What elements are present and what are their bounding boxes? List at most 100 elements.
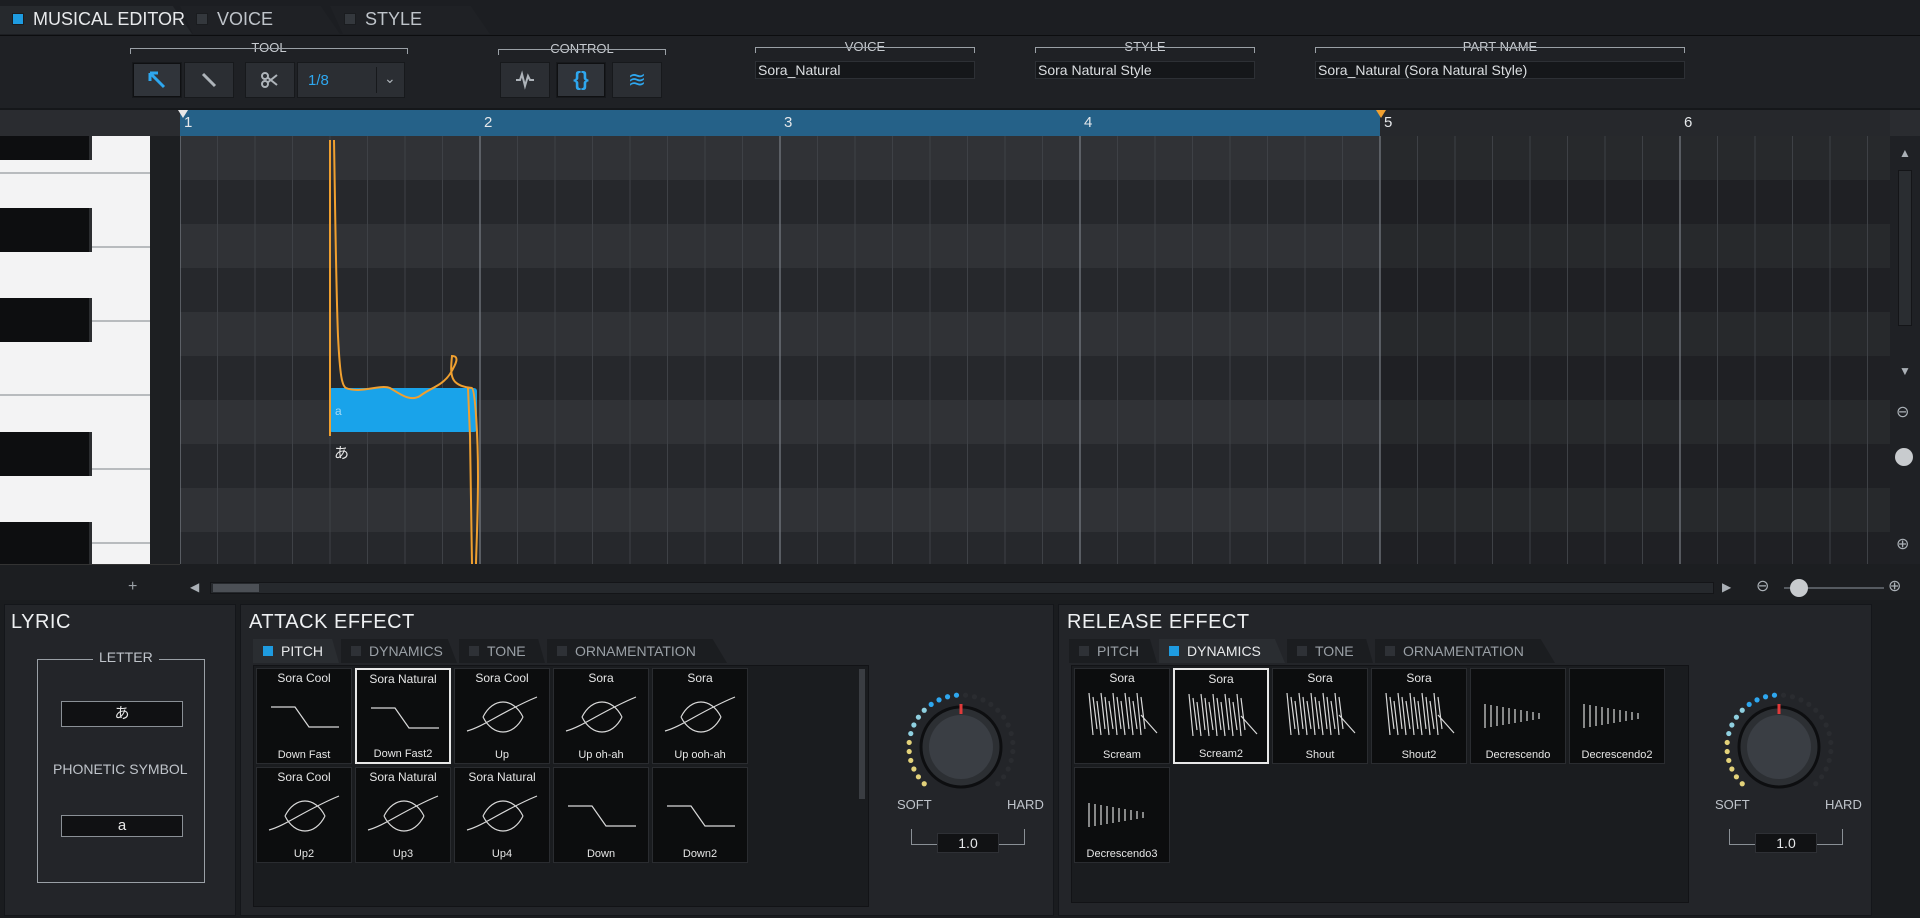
add-track-icon[interactable]: + bbox=[128, 578, 137, 596]
knob-level-dot bbox=[1724, 748, 1730, 755]
preset-curve-icon bbox=[1286, 692, 1356, 736]
attack-preset-down-fast[interactable]: Sora Cool Down Fast bbox=[256, 668, 352, 764]
knob-level-dot bbox=[1754, 697, 1760, 703]
attack-tab-tone[interactable]: TONE bbox=[459, 639, 545, 663]
release-tab-dynamics[interactable]: DYNAMICS bbox=[1159, 639, 1285, 663]
zoom-out-icon[interactable]: ⊖ bbox=[1896, 402, 1909, 422]
scroll-right-icon[interactable]: ▶ bbox=[1722, 580, 1731, 594]
preset-voice-label: Sora bbox=[687, 671, 713, 685]
vertical-scrollbar[interactable]: ▲ ▼ ⊖ ⊕ bbox=[1890, 136, 1920, 564]
preset-name-label: Up2 bbox=[293, 848, 315, 860]
phonetic-input[interactable]: a bbox=[61, 815, 183, 837]
attack-preset-down[interactable]: Down bbox=[553, 767, 649, 863]
preset-name-label: Scream2 bbox=[1198, 748, 1244, 760]
vibrato-control-button[interactable]: ≋ bbox=[612, 62, 662, 98]
style-field[interactable]: Sora Natural Style bbox=[1035, 61, 1255, 79]
attack-preset-up4[interactable]: Sora Natural Up4 bbox=[454, 767, 550, 863]
attack-tab-dynamics[interactable]: DYNAMICS bbox=[341, 639, 457, 663]
knob-level-dot bbox=[915, 774, 922, 780]
attack-preset-up2[interactable]: Sora Cool Up2 bbox=[256, 767, 352, 863]
knob-level-dot bbox=[953, 692, 960, 698]
soft-label: SOFT bbox=[1715, 797, 1750, 812]
attack-preset-up-ooh-ah[interactable]: Sora Up ooh-ah bbox=[652, 668, 748, 764]
black-key[interactable] bbox=[0, 432, 92, 476]
release-preset-decrescendo[interactable]: Decrescendo bbox=[1470, 668, 1566, 764]
tab-musical-editor[interactable]: MUSICAL EDITOR bbox=[0, 6, 206, 32]
attack-preset-up-oh-ah[interactable]: Sora Up oh-ah bbox=[553, 668, 649, 764]
letter-input[interactable]: あ bbox=[61, 701, 183, 727]
release-preset-shout[interactable]: Sora Shout bbox=[1272, 668, 1368, 764]
tab-voice[interactable]: VOICE bbox=[184, 6, 285, 32]
horizontal-zoom-in-icon[interactable]: ⊕ bbox=[1888, 576, 1901, 596]
voice-field[interactable]: Sora_Natural bbox=[755, 61, 975, 79]
knob-level-dot bbox=[1826, 730, 1832, 737]
release-value-field[interactable]: 1.0 bbox=[1755, 833, 1817, 853]
attack-preset-up3[interactable]: Sora Natural Up3 bbox=[355, 767, 451, 863]
attack-value-field[interactable]: 1.0 bbox=[937, 833, 999, 853]
horizontal-zoom-slider[interactable] bbox=[1790, 579, 1808, 597]
scroll-left-icon[interactable]: ◀ bbox=[190, 580, 199, 594]
vertical-zoom-slider[interactable] bbox=[1895, 448, 1913, 466]
scissors-tool-button[interactable] bbox=[245, 62, 295, 98]
hard-label: HARD bbox=[1825, 797, 1862, 812]
tab-indicator-icon bbox=[1385, 646, 1395, 656]
release-preset-decrescendo3[interactable]: Decrescendo3 bbox=[1074, 767, 1170, 863]
scissors-icon bbox=[261, 72, 278, 88]
preset-name-label: Up ooh-ah bbox=[674, 749, 726, 761]
attack-tab-ornamentation[interactable]: ORNAMENTATION bbox=[547, 639, 727, 663]
select-tool-button[interactable] bbox=[132, 62, 182, 98]
part-name-field[interactable]: Sora_Natural (Sora Natural Style) bbox=[1315, 61, 1685, 79]
pencil-tool-button[interactable] bbox=[184, 62, 234, 98]
release-preset-decrescendo2[interactable]: Decrescendo2 bbox=[1569, 668, 1665, 764]
knob-level-dot bbox=[911, 722, 917, 728]
release-tab-ornamentation[interactable]: ORNAMENTATION bbox=[1375, 639, 1555, 663]
piano-keyboard[interactable] bbox=[0, 136, 150, 564]
quantize-select[interactable]: 1/8 ⌄ bbox=[297, 62, 405, 98]
knob-dial bbox=[906, 692, 1016, 789]
horizontal-scrollbar[interactable] bbox=[210, 582, 1714, 594]
attack-preset-scrollbar[interactable] bbox=[859, 669, 865, 799]
knob-level-dot bbox=[1733, 774, 1740, 780]
attack-tab-pitch[interactable]: PITCH bbox=[253, 639, 339, 663]
release-title: RELEASE EFFECT bbox=[1067, 611, 1250, 633]
black-key[interactable] bbox=[0, 136, 92, 160]
scroll-up-icon[interactable]: ▲ bbox=[1899, 146, 1911, 160]
knob-level-dot bbox=[1008, 730, 1014, 737]
scroll-track[interactable] bbox=[1898, 170, 1912, 326]
scroll-down-icon[interactable]: ▼ bbox=[1899, 364, 1911, 378]
preset-name-label: Shout2 bbox=[1401, 749, 1437, 761]
zoom-in-icon[interactable]: ⊕ bbox=[1896, 534, 1909, 554]
attack-preset-down2[interactable]: Down2 bbox=[652, 767, 748, 863]
release-intensity-knob[interactable] bbox=[1719, 687, 1839, 807]
pitch-curve-control-button[interactable]: {} bbox=[556, 62, 606, 98]
release-preset-scream[interactable]: Sora Scream bbox=[1074, 668, 1170, 764]
release-tab-tone[interactable]: TONE bbox=[1287, 639, 1373, 663]
black-key[interactable] bbox=[0, 298, 92, 342]
attack-intensity-knob[interactable] bbox=[901, 687, 1021, 807]
release-tab-pitch[interactable]: PITCH bbox=[1069, 639, 1157, 663]
preset-voice-label: Sora Natural bbox=[468, 770, 536, 784]
release-preset-scream2[interactable]: Sora Scream2 bbox=[1173, 668, 1269, 764]
attack-preset-down-fast2[interactable]: Sora Natural Down Fast2 bbox=[355, 668, 451, 764]
attack-preset-up[interactable]: Sora Cool Up bbox=[454, 668, 550, 764]
black-key[interactable] bbox=[0, 208, 92, 252]
release-preset-shout2[interactable]: Sora Shout2 bbox=[1371, 668, 1467, 764]
knob-level-dot bbox=[1726, 730, 1732, 737]
tab-label: VOICE bbox=[217, 8, 274, 29]
horizontal-zoom-out-icon[interactable]: ⊖ bbox=[1756, 576, 1769, 596]
knob-level-dot bbox=[1746, 701, 1752, 708]
pitch-curve[interactable] bbox=[320, 136, 500, 564]
tab-label: ORNAMENTATION bbox=[1403, 643, 1524, 659]
black-key[interactable] bbox=[0, 522, 92, 564]
knob-level-dot bbox=[906, 748, 912, 755]
preset-curve-icon bbox=[1484, 704, 1540, 728]
preset-curve-icon bbox=[271, 706, 339, 728]
scroll-thumb[interactable] bbox=[213, 584, 259, 592]
waveform-control-button[interactable] bbox=[500, 62, 550, 98]
preset-voice-label: Sora bbox=[1406, 671, 1432, 685]
knob-level-dot bbox=[1005, 722, 1011, 728]
loop-selection[interactable] bbox=[180, 110, 1380, 136]
tab-style[interactable]: STYLE bbox=[332, 6, 434, 32]
release-effect-panel: RELEASE EFFECT PITCH DYNAMICS TONE ORNAM… bbox=[1058, 604, 1872, 916]
knob-level-dot bbox=[1823, 766, 1829, 772]
